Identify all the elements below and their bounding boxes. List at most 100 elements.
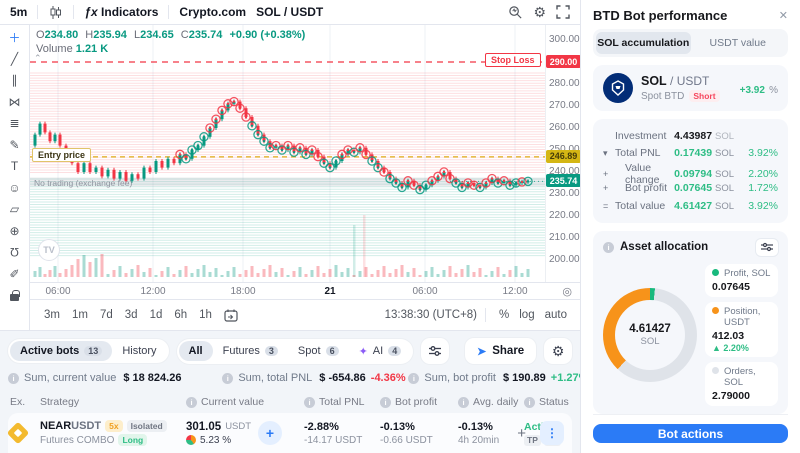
zoom-in-icon[interactable]: ⊕ <box>5 224 25 238</box>
exchange-button[interactable]: Crypto.com <box>179 5 246 19</box>
tab-sol-accumulation[interactable]: SOL accumulation <box>596 32 691 54</box>
last-price-chip: 235.74 <box>546 174 581 187</box>
stop-loss-label[interactable]: Stop Loss <box>485 53 541 67</box>
candle-style-icon[interactable] <box>48 5 63 20</box>
settings-gear-icon[interactable]: ⚙ <box>533 4 546 21</box>
filter-spot[interactable]: Spot6 <box>288 341 349 361</box>
time-tick: 12:00 <box>140 286 165 297</box>
bots-table-header: Ex. Strategy iCurrent value iTotal PNL i… <box>8 391 572 413</box>
range-button-1h[interactable]: 1h <box>193 306 218 324</box>
add-funds-button[interactable]: + <box>258 421 282 445</box>
stat-row: +Bot profit0.07645 SOL1.72% <box>603 180 778 198</box>
pair-card[interactable]: SOL / USDT Spot BTDShort +3.92 % <box>593 65 788 111</box>
price-tick: 280.00 <box>549 78 580 89</box>
xabcd-pattern-icon[interactable]: ⋈ <box>5 95 25 109</box>
info-icon[interactable]: i <box>458 397 469 408</box>
range-button-1d[interactable]: 1d <box>144 306 169 324</box>
info-icon[interactable]: i <box>304 397 315 408</box>
price-tick: 230.00 <box>549 188 580 199</box>
brush-icon[interactable]: ✎ <box>5 138 25 152</box>
fx-icon: ƒx <box>84 5 97 19</box>
bot-performance-panel: BTD Bot performance ✕ SOL accumulation U… <box>580 0 800 453</box>
price-axis[interactable]: 290.00 246.89 235.74 300.00290.00280.002… <box>545 25 580 282</box>
range-button-7d[interactable]: 7d <box>94 306 119 324</box>
tab-active-bots[interactable]: Active bots13 <box>10 341 112 361</box>
stop-loss-price-chip: 290.00 <box>546 55 581 68</box>
price-tick: 200.00 <box>549 254 580 265</box>
info-icon[interactable]: i <box>408 373 419 384</box>
bot-table-row[interactable]: NEARUSDT 5x Isolated Futures COMBOLong 3… <box>8 413 572 453</box>
performance-stats: Investment4.43987 SOL▾Total PNL0.17439 S… <box>593 119 788 223</box>
magnet-icon[interactable]: Ω <box>5 245 25 259</box>
crosshair-icon[interactable]: ＋ <box>5 30 25 44</box>
allocation-legend-item[interactable]: Profit, SOL0.07645 <box>705 264 778 297</box>
range-button-1m[interactable]: 1m <box>66 306 94 324</box>
session-clock[interactable]: 13:38:30 (UTC+8) <box>385 309 477 321</box>
share-button[interactable]: ➤Share <box>465 338 536 364</box>
auto-scale-button[interactable]: auto <box>540 306 572 324</box>
log-scale-button[interactable]: log <box>514 306 539 324</box>
trendline-icon[interactable]: ╱ <box>5 52 25 66</box>
indicators-button[interactable]: ƒx Indicators <box>84 5 158 19</box>
close-icon[interactable]: ✕ <box>779 9 788 22</box>
range-button-3d[interactable]: 3d <box>119 306 144 324</box>
row-plus-button[interactable]: + <box>517 425 526 442</box>
bot-actions-button[interactable]: Bot actions <box>593 424 788 443</box>
chart-bottom-toolbar: 3m1m7d3d1d6h1h 13:38:30 (UTC+8) % log au… <box>30 299 580 330</box>
price-chart[interactable] <box>30 25 545 282</box>
bots-settings-gear-icon[interactable]: ⚙ <box>544 338 572 364</box>
price-tick: 260.00 <box>549 122 580 133</box>
allocation-legend-item[interactable]: Position, USDT412.03▲ 2.20% <box>705 302 778 357</box>
panel-title: BTD Bot performance <box>593 8 727 23</box>
forecast-icon[interactable]: ≣ <box>5 116 25 130</box>
active-bots-count: 13 <box>84 346 102 356</box>
ai-sparkle-icon: ✦ <box>359 345 368 358</box>
info-icon[interactable]: i <box>603 242 614 253</box>
allocation-pie-icon <box>186 435 196 445</box>
allocation-settings-icon[interactable] <box>756 239 778 256</box>
time-axis[interactable]: ◎ 06:0012:0018:002106:0012:00 <box>30 282 580 299</box>
tradingview-logo[interactable]: TV <box>38 239 60 261</box>
axis-settings-icon[interactable]: ◎ <box>562 285 572 298</box>
text-icon[interactable]: T <box>5 159 25 173</box>
row-menu-button[interactable]: ⋮ <box>540 421 564 445</box>
tab-usdt-value[interactable]: USDT value <box>691 32 786 54</box>
chart-area[interactable]: O234.80 H235.94 L234.65 C235.74 +0.90 (+… <box>30 25 545 282</box>
quick-search-icon[interactable] <box>508 5 523 20</box>
tab-history[interactable]: History <box>112 341 166 361</box>
percent-scale-button[interactable]: % <box>494 306 514 324</box>
symbol-button[interactable]: SOL / USDT <box>256 5 323 19</box>
allocation-legend-item[interactable]: Orders, SOL2.79000 <box>705 362 778 406</box>
no-trading-zone-label: No trading (exchange fee) <box>34 178 132 188</box>
info-icon[interactable]: i <box>222 373 233 384</box>
filter-futures[interactable]: Futures3 <box>213 341 288 361</box>
range-button-6h[interactable]: 6h <box>168 306 193 324</box>
draw-lock-icon[interactable]: ✐ <box>5 267 25 281</box>
channel-icon[interactable]: ∥ <box>5 73 25 87</box>
interval-selector[interactable]: 5m <box>10 5 27 19</box>
time-tick: 18:00 <box>230 286 255 297</box>
filter-ai[interactable]: ✦AI4 <box>349 341 412 362</box>
info-icon[interactable]: i <box>524 397 535 408</box>
fullscreen-icon[interactable] <box>556 5 570 19</box>
go-to-date-icon[interactable] <box>224 309 238 322</box>
bot-return-pct: +3.92 % <box>740 80 778 97</box>
bots-filter-settings-icon[interactable] <box>421 338 449 364</box>
ruler-icon[interactable]: ▱ <box>5 202 25 216</box>
info-icon[interactable]: i <box>186 397 197 408</box>
entry-price-chip: 246.89 <box>546 150 581 163</box>
lock-icon[interactable] <box>5 288 25 302</box>
range-button-3m[interactable]: 3m <box>38 306 66 324</box>
price-tick: 210.00 <box>549 232 580 243</box>
allocation-donut-chart[interactable]: 4.61427SOL <box>603 288 697 382</box>
drawing-toolbar: ＋ ╱ ∥ ⋈ ≣ ✎ T ☺ ▱ ⊕ Ω ✐ <box>0 25 30 330</box>
entry-price-label: Entry price <box>32 148 91 162</box>
emoji-icon[interactable]: ☺ <box>5 181 25 195</box>
info-icon[interactable]: i <box>380 397 391 408</box>
collapse-caret-icon[interactable]: ⌃ <box>34 53 42 64</box>
stat-row: ▾Total PNL0.17439 SOL3.92% <box>603 145 778 163</box>
stat-row: =Total value4.61427 SOL3.92% <box>603 197 778 215</box>
filter-all[interactable]: All <box>179 341 213 361</box>
binance-exchange-icon <box>7 422 30 445</box>
info-icon[interactable]: i <box>8 373 19 384</box>
